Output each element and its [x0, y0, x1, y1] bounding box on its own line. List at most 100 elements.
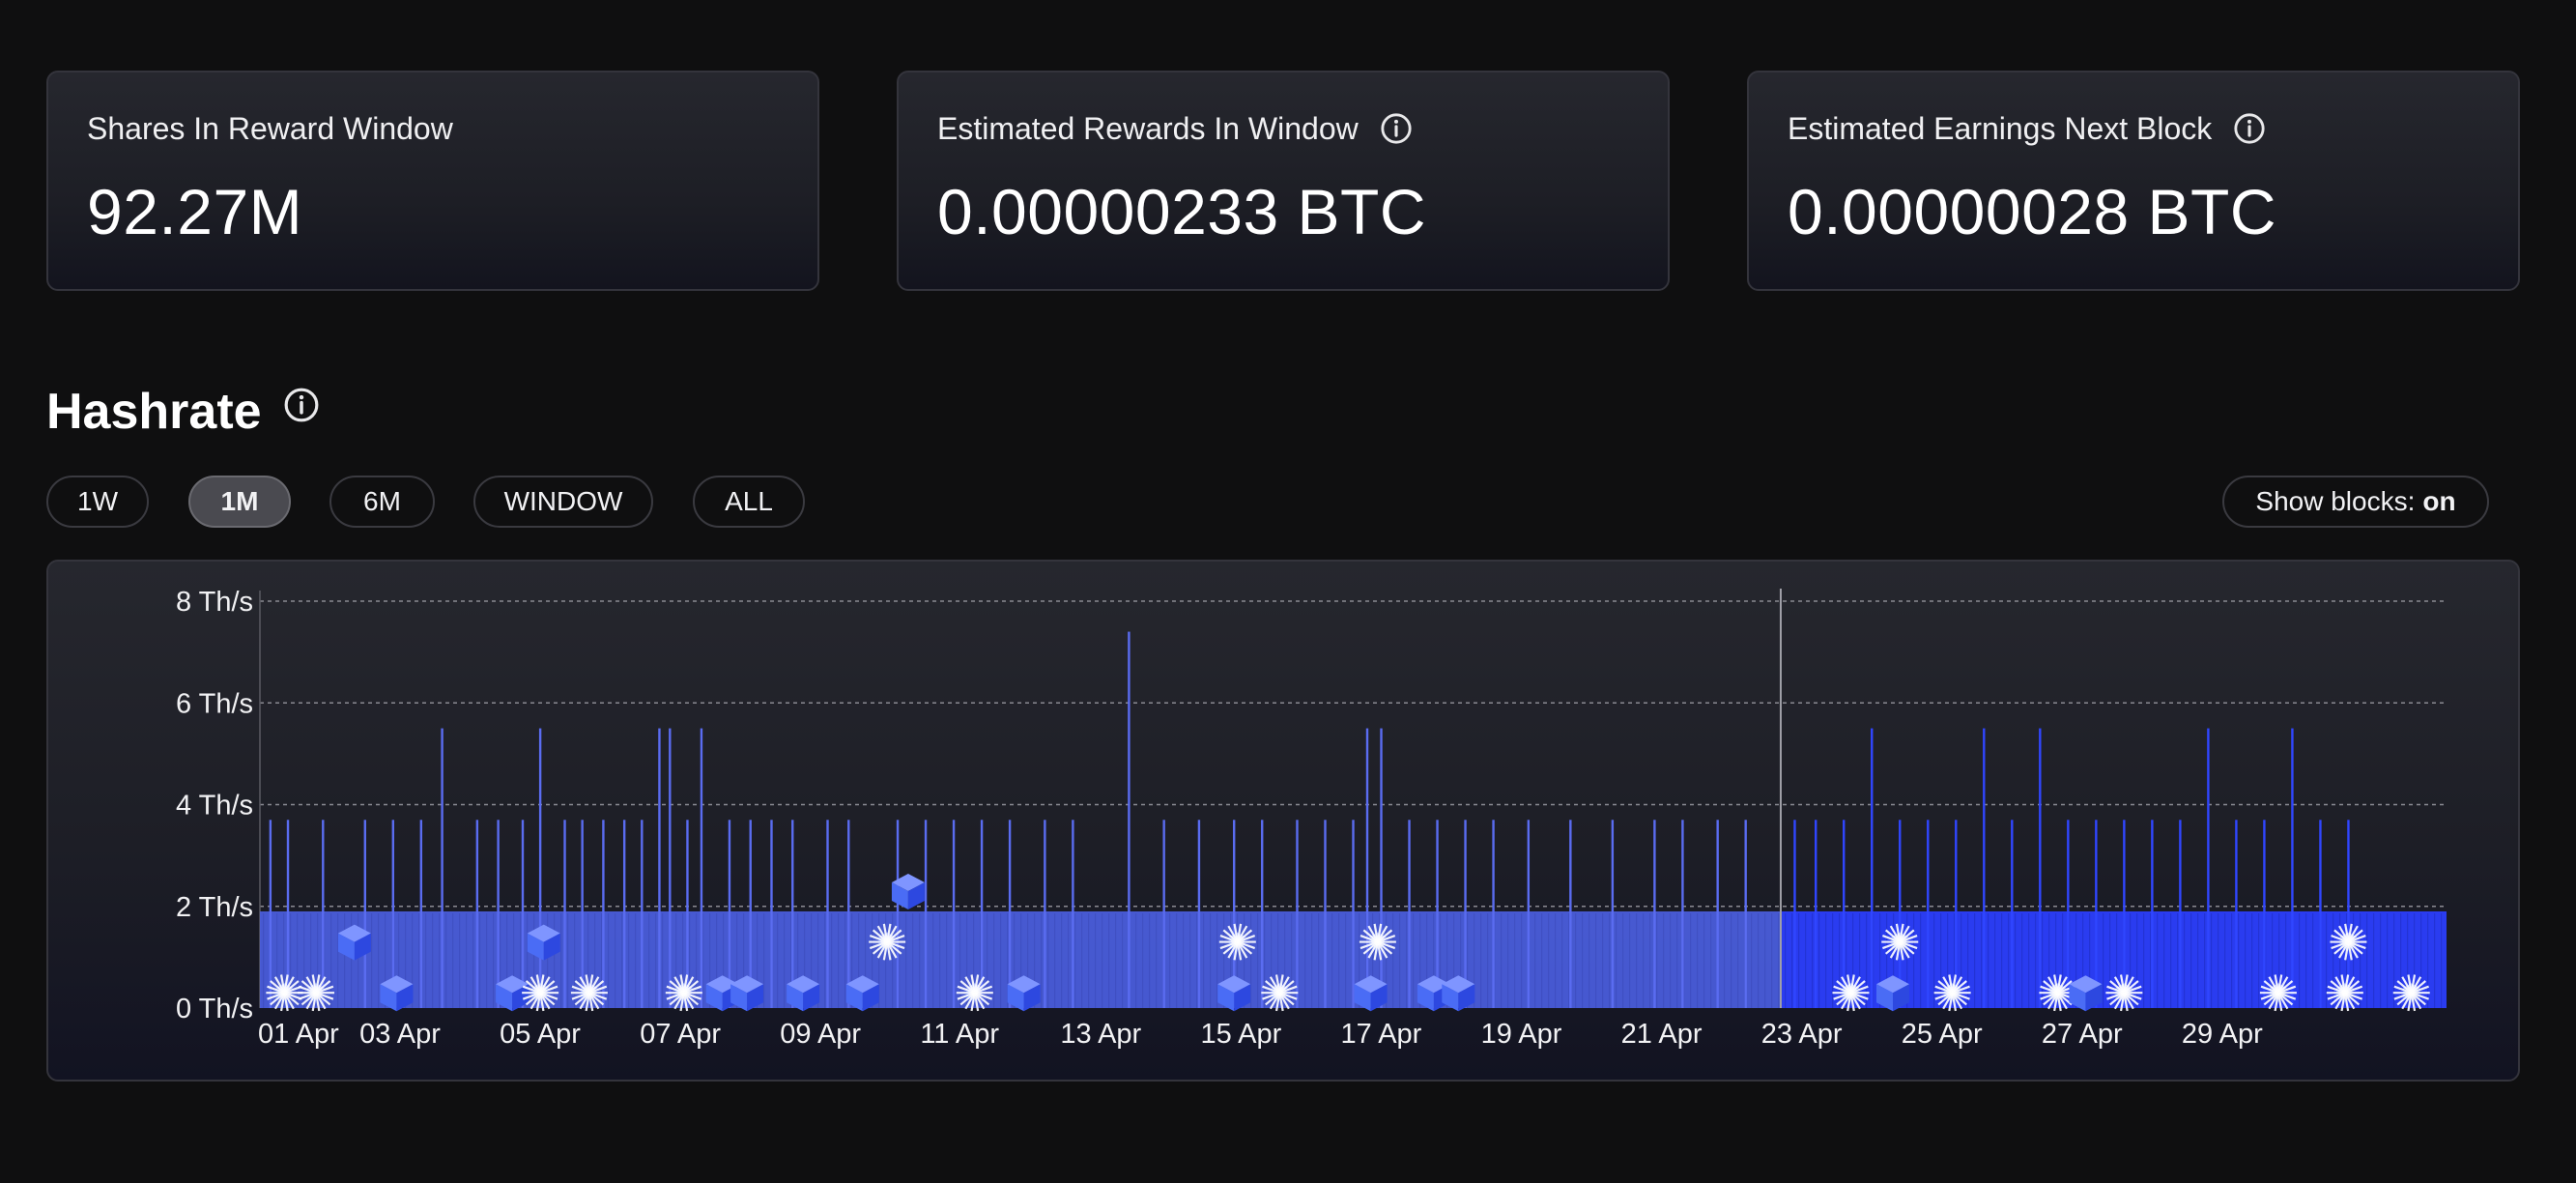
range-button-1m[interactable]: 1M	[188, 476, 291, 528]
bar-gap	[939, 913, 941, 1008]
bar-gap	[919, 913, 921, 1008]
hashrate-spike	[2011, 820, 2014, 1008]
hashrate-spike	[1871, 728, 1874, 1008]
bar-gap	[2103, 913, 2104, 1008]
bar-gap	[2157, 913, 2159, 1008]
bar-gap	[1189, 913, 1191, 1008]
bar-gap	[1156, 913, 1158, 1008]
bar-gap	[2184, 913, 2186, 1008]
show-blocks-toggle[interactable]: Show blocks: on	[2222, 476, 2489, 528]
bar-gap	[1778, 913, 1780, 1008]
hashrate-spike	[1380, 728, 1383, 1008]
bar-gap	[1561, 913, 1563, 1008]
hashrate-spike	[475, 820, 479, 1008]
bar-gap	[1629, 913, 1631, 1008]
bar-gap	[263, 913, 265, 1008]
hashrate-chart[interactable]: 0 Th/s 2 Th/s 4 Th/s 6 Th/s 8 Th/s 01 Apr 03 A…	[48, 562, 2520, 1082]
bar-gap	[2312, 913, 2314, 1008]
x-tick-label: 17 Apr	[1341, 1019, 1422, 1050]
bar-gap	[2021, 913, 2023, 1008]
hashrate-spike	[1815, 820, 1818, 1008]
info-circle-icon[interactable]	[1380, 112, 1413, 145]
x-tick-label: 05 Apr	[500, 1019, 581, 1050]
hashrate-spike	[641, 820, 644, 1008]
bar-gap	[1061, 913, 1063, 1008]
bar-gap	[1047, 913, 1049, 1008]
bar-gap	[493, 913, 495, 1008]
hashrate-spike	[2151, 820, 2154, 1008]
bar-gap	[1135, 913, 1137, 1008]
bar-gap	[2177, 913, 2179, 1008]
bar-gap	[1122, 913, 1124, 1008]
hashrate-chart-card: 0 Th/s 2 Th/s 4 Th/s 6 Th/s 8 Th/s 01 Apr 03 A…	[46, 560, 2520, 1082]
range-button-window[interactable]: WINDOW	[473, 476, 653, 528]
bar-gap	[1697, 913, 1699, 1008]
bar-gap	[560, 913, 562, 1008]
bar-gap	[2008, 913, 2010, 1008]
hashrate-spike	[826, 820, 829, 1008]
bar-gap	[2143, 913, 2145, 1008]
bar-gap	[459, 913, 461, 1008]
bar-gap	[777, 913, 779, 1008]
bar-gap	[567, 913, 569, 1008]
bar-gap	[2035, 913, 2037, 1008]
hashrate-spike	[1569, 820, 1572, 1008]
bar-gap	[1149, 913, 1151, 1008]
bar-gap	[466, 913, 468, 1008]
x-tick-label: 27 Apr	[2042, 1019, 2123, 1050]
hashrate-spike	[1296, 820, 1299, 1008]
bar-gap	[932, 913, 934, 1008]
info-circle-icon[interactable]	[2233, 112, 2266, 145]
y-tick-label: 8 Th/s	[176, 587, 253, 618]
stat-card-estimated-earnings: Estimated Earnings Next Block 0.00000028…	[1747, 71, 2520, 291]
bar-gap	[1582, 913, 1584, 1008]
bar-gap	[1818, 913, 1820, 1008]
info-circle-icon[interactable]	[283, 387, 320, 423]
bar-gap	[1169, 913, 1171, 1008]
bar-gap	[662, 913, 664, 1008]
bar-gap	[2380, 913, 2382, 1008]
hashrate-spike	[1008, 820, 1012, 1008]
bar-gap	[2028, 913, 2030, 1008]
bar-gap	[337, 913, 339, 1008]
hashrate-spike	[622, 820, 626, 1008]
range-button-1w[interactable]: 1W	[46, 476, 149, 528]
bar-gap	[1338, 913, 1340, 1008]
hashrate-spike	[2235, 820, 2238, 1008]
hashrate-spike	[2263, 820, 2266, 1008]
bar-gap	[1541, 913, 1543, 1008]
bar-gap	[1095, 913, 1097, 1008]
hashrate-spike	[1716, 820, 1719, 1008]
hashrate-spike	[269, 820, 272, 1008]
bar-gap	[1805, 913, 1807, 1008]
bar-gap	[2190, 913, 2192, 1008]
bar-gap	[1115, 913, 1117, 1008]
bar-gap	[2441, 913, 2443, 1008]
bar-gap	[1602, 913, 1604, 1008]
hashrate-heading: Hashrate	[46, 383, 320, 441]
bar-gap	[1575, 913, 1577, 1008]
hashrate-spike	[2319, 820, 2322, 1008]
bar-gap	[1785, 913, 1787, 1008]
hashrate-spike	[1408, 820, 1411, 1008]
stat-card-shares: Shares In Reward Window 92.27M	[46, 71, 819, 291]
bar-gap	[844, 913, 846, 1008]
x-tick-label: 21 Apr	[1621, 1019, 1703, 1050]
range-button-all[interactable]: ALL	[693, 476, 805, 528]
bar-gap	[1311, 913, 1313, 1008]
bar-gap	[1737, 913, 1739, 1008]
bar-gap	[425, 913, 427, 1008]
hashrate-spike	[2039, 728, 2042, 1008]
range-button-6m[interactable]: 6M	[329, 476, 435, 528]
bar-gap	[1913, 913, 1915, 1008]
hashrate-spike	[2207, 728, 2210, 1008]
bar-gap	[1257, 913, 1259, 1008]
hashrate-spike	[1365, 728, 1369, 1008]
hashrate-spike	[1611, 820, 1615, 1008]
bar-gap	[2434, 913, 2436, 1008]
hashrate-spike	[1492, 820, 1495, 1008]
bar-gap	[1798, 913, 1800, 1008]
bar-gap	[946, 913, 948, 1008]
bar-gap	[993, 913, 995, 1008]
bar-gap	[2258, 913, 2260, 1008]
